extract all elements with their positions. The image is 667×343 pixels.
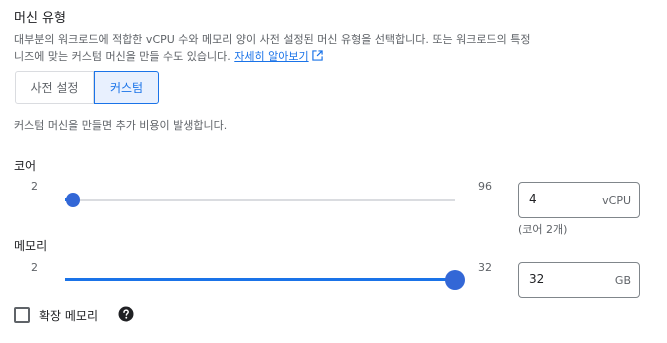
cores-max-label: 96	[478, 180, 492, 193]
memory-min-label: 2	[31, 261, 38, 274]
tab-custom[interactable]: 커스텀	[94, 71, 159, 104]
memory-field[interactable]: GB	[518, 262, 640, 298]
cost-note: 커스텀 머신을 만들면 추가 비용이 발생합니다.	[14, 119, 228, 132]
cores-field[interactable]: vCPU	[518, 182, 640, 218]
slider-thumb[interactable]	[66, 193, 81, 207]
learn-more-text: 자세히 알아보기	[234, 50, 309, 63]
cores-label: 코어	[14, 159, 37, 173]
slider-track	[65, 199, 455, 201]
learn-more-link[interactable]: 자세히 알아보기	[234, 50, 323, 63]
cores-slider[interactable]	[65, 190, 455, 210]
cores-hint: (코어 2개)	[518, 223, 568, 236]
tab-preset[interactable]: 사전 설정	[15, 71, 94, 104]
memory-label: 메모리	[14, 239, 48, 253]
external-link-icon	[311, 50, 323, 61]
extended-memory-checkbox[interactable]	[14, 307, 30, 323]
cores-unit: vCPU	[602, 194, 631, 207]
memory-slider[interactable]	[65, 270, 465, 290]
memory-max-label: 32	[478, 261, 492, 274]
slider-fill	[65, 278, 455, 281]
cores-input[interactable]	[529, 192, 599, 206]
section-title: 머신 유형	[14, 11, 66, 26]
extended-memory-label: 확장 메모리	[39, 309, 99, 323]
memory-unit: GB	[614, 274, 631, 287]
cores-min-label: 2	[31, 180, 38, 193]
machine-type-description: 대부분의 워크로드에 적합한 vCPU 수와 메모리 양이 사전 설정된 머신 …	[14, 31, 534, 65]
help-circle-icon[interactable]	[118, 306, 134, 322]
memory-input[interactable]	[529, 272, 599, 286]
machine-type-toggle: 사전 설정 커스텀	[15, 71, 159, 104]
slider-thumb[interactable]	[445, 270, 465, 290]
